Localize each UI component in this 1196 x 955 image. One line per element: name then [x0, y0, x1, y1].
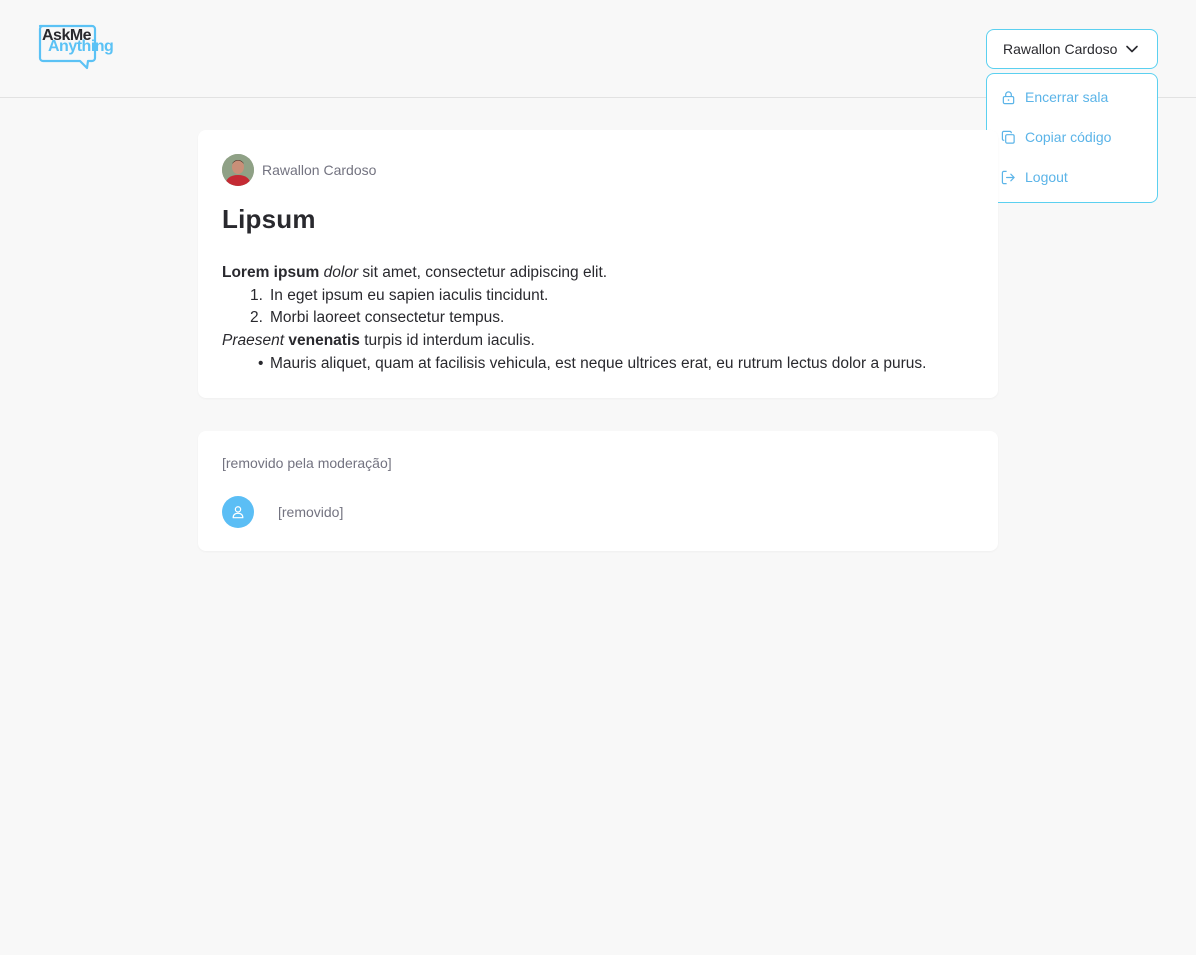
answer-avatar: [222, 496, 254, 528]
menu-item-logout[interactable]: Logout: [1001, 166, 1068, 188]
author-name: Rawallon Cardoso: [262, 162, 377, 178]
italic-text: Praesent: [222, 332, 285, 350]
copy-icon: [1001, 130, 1015, 144]
bullet-icon: •: [258, 354, 264, 372]
bold-text: Lorem ipsum: [222, 264, 320, 281]
list-number: 1.: [250, 286, 263, 304]
paragraph: Praesent venenatis turpis id interdum ia…: [222, 330, 926, 353]
moderated-question-card: [removido pela moderação] [removido]: [198, 431, 998, 551]
paragraph-text: sit amet, consectetur adipiscing elit.: [362, 264, 608, 281]
ordered-list-item: 2. Morbi laoreet consectetur tempus.: [222, 307, 926, 330]
user-icon: [232, 506, 244, 519]
menu-item-encerrar-sala[interactable]: Encerrar sala: [1001, 86, 1108, 108]
question-author: Rawallon Cardoso: [222, 154, 376, 186]
logo-text-anything: Anything: [48, 38, 114, 55]
unordered-list-item: • Mauris aliquet, quam at facilisis vehi…: [222, 353, 926, 376]
lock-icon: [1002, 90, 1015, 104]
list-item-text: In eget ipsum eu sapien iaculis tincidun…: [270, 286, 549, 304]
askme-anything-logo[interactable]: AskMe Anything: [38, 24, 116, 70]
menu-item-label: Copiar código: [1025, 129, 1112, 145]
italic-text: dolor: [323, 264, 359, 281]
list-number: 2.: [250, 309, 263, 327]
menu-item-label: Logout: [1025, 169, 1068, 185]
paragraph: Lorem ipsum dolor sit amet, consectetur …: [222, 262, 926, 285]
list-item-text: Mauris aliquet, quam at facilisis vehicu…: [270, 354, 927, 372]
user-name: Rawallon Cardoso: [1003, 41, 1118, 57]
author-avatar: [222, 154, 254, 186]
author-photo-icon: [222, 154, 254, 186]
question-content: Lorem ipsum dolor sit amet, consectetur …: [222, 262, 926, 376]
removed-question-text: [removido pela moderação]: [222, 455, 392, 471]
question-card: Rawallon Cardoso Lipsum Lorem ipsum dolo…: [198, 130, 998, 398]
logout-icon: [1001, 170, 1015, 184]
list-item-text: Morbi laoreet consectetur tempus.: [270, 309, 505, 327]
chevron-down-icon: [1126, 45, 1138, 53]
question-title: Lipsum: [222, 204, 316, 234]
paragraph-text: turpis id interdum iaculis.: [364, 332, 535, 350]
bold-text: venenatis: [288, 332, 360, 350]
removed-answer-text: [removido]: [278, 504, 344, 520]
menu-item-copiar-codigo[interactable]: Copiar código: [1001, 126, 1111, 148]
menu-item-label: Encerrar sala: [1025, 89, 1109, 105]
user-menu-button[interactable]: Rawallon Cardoso: [986, 29, 1158, 69]
ordered-list-item: 1. In eget ipsum eu sapien iaculis tinci…: [222, 285, 926, 308]
user-dropdown-menu: Encerrar sala Copiar código Logout: [986, 73, 1158, 203]
